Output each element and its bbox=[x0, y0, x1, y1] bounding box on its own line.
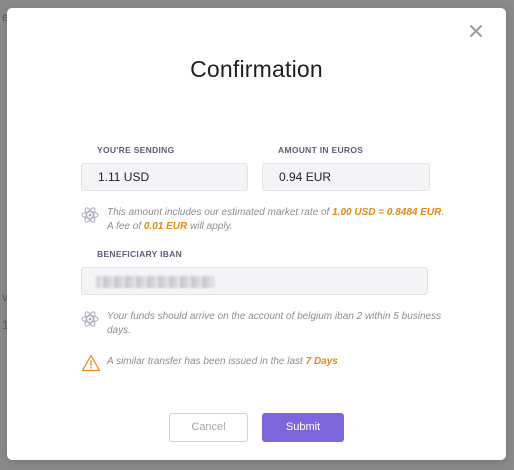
arrival-info-text: Your funds should arrive on the account … bbox=[107, 311, 442, 336]
euros-label: AMOUNT IN EUROS bbox=[278, 145, 364, 155]
confirmation-modal: Confirmation YOU'RE SENDING 1.11 USD AMO… bbox=[7, 8, 506, 460]
close-button[interactable] bbox=[470, 25, 486, 41]
warning-text-part: A similar transfer has been issued in th… bbox=[107, 356, 306, 367]
fee-amount: 0.01 EUR bbox=[143, 221, 188, 232]
arrival-info: Your funds should arrive on the account … bbox=[81, 310, 446, 340]
warning-text: A similar transfer has been issued in th… bbox=[107, 355, 446, 369]
rate-info-text-part: will apply. bbox=[187, 221, 233, 232]
iban-redacted-value bbox=[96, 276, 214, 288]
submit-button[interactable]: Submit bbox=[262, 413, 344, 442]
iban-label: BENEFICIARY IBAN bbox=[97, 249, 183, 259]
atom-icon bbox=[81, 206, 99, 229]
rate-info-text-part: This amount includes our estimated marke… bbox=[107, 207, 333, 218]
duplicate-warning: A similar transfer has been issued in th… bbox=[81, 354, 446, 372]
modal-title: Confirmation bbox=[190, 56, 323, 82]
euros-amount-field[interactable]: 0.94 EUR bbox=[262, 163, 430, 191]
sending-label: YOU'RE SENDING bbox=[97, 145, 175, 155]
warning-icon bbox=[81, 354, 101, 377]
atom-icon bbox=[81, 310, 99, 333]
sending-amount-field[interactable]: 1.11 USD bbox=[81, 163, 248, 191]
warning-period: 7 Days bbox=[305, 356, 338, 367]
cancel-button[interactable]: Cancel bbox=[169, 413, 248, 442]
close-icon bbox=[470, 25, 482, 37]
iban-field[interactable] bbox=[81, 267, 428, 295]
exchange-rate: 1.00 USD = 0.8484 EUR bbox=[332, 207, 442, 218]
rate-info-text: This amount includes our estimated marke… bbox=[107, 206, 446, 234]
rate-info: This amount includes our estimated marke… bbox=[81, 206, 446, 236]
